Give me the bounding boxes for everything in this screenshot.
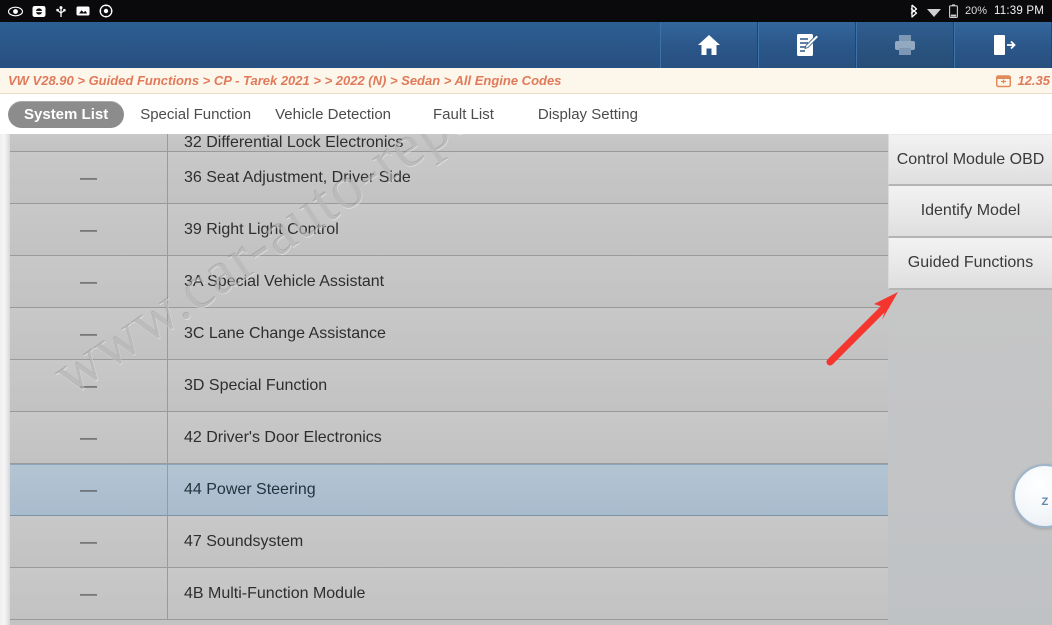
row-status: — [10,359,168,412]
row-status: — [10,307,168,360]
row-status: — [10,203,168,256]
table-row[interactable]: — 3A Special Vehicle Assistant [10,255,893,308]
home-button[interactable] [660,22,758,68]
row-label: 47 Soundsystem [184,532,304,550]
row-label: 3C Lane Change Assistance [184,324,386,342]
tab-vehicle-detection[interactable]: Vehicle Detection [263,101,403,128]
printer-icon [895,35,915,55]
home-icon [698,35,720,55]
row-status: — [10,151,168,204]
table-row[interactable]: — 47 Soundsystem [10,515,893,568]
table-row[interactable]: — 39 Right Light Control [10,203,893,256]
tab-system-list[interactable]: System List [8,100,125,128]
row-label: 36 Seat Adjustment, Driver Side [184,168,411,186]
gauge-label: Z [1041,496,1049,508]
identify-model-button[interactable]: Identify Model [888,186,1052,238]
table-row[interactable]: — 3C Lane Change Assistance [10,307,893,360]
row-status: — [10,411,168,464]
usb-icon [56,5,66,17]
tab-bar: System List Special Function Vehicle Det… [0,94,1052,134]
row-label: 44 Power Steering [184,481,316,498]
row-label: 39 Right Light Control [184,220,339,238]
breadcrumb[interactable]: VW V28.90 > Guided Functions > CP - Tare… [0,73,561,88]
table-row[interactable]: — 3D Special Function [10,359,893,412]
tab-special-function[interactable]: Special Function [128,101,263,128]
battery-percent: 20% [964,5,988,17]
guided-functions-button[interactable]: Guided Functions [888,238,1052,290]
row-status: — [10,464,168,516]
tab-display-setting[interactable]: Display Setting [526,101,650,128]
battery-icon [949,4,958,18]
row-label: 3A Special Vehicle Assistant [184,272,385,290]
toolbar-button-group [660,22,1052,68]
tab-fault-list[interactable]: Fault List [421,101,506,128]
left-scroll-rail[interactable] [0,134,10,625]
row-status: — [10,567,168,620]
row-label: 42 Driver's Door Electronics [184,428,382,446]
bluetooth-icon [910,4,918,18]
wifi-icon [926,8,941,17]
row-label: 32 Differential Lock Electronics [184,134,404,151]
sd-card-icon [76,6,90,16]
row-status: — [10,255,168,308]
app-toolbar [0,22,1052,68]
voltage-value: 12.35 [1017,73,1050,88]
table-row[interactable]: 32 Differential Lock Electronics [10,134,893,152]
print-button[interactable] [856,22,954,68]
content-area: 32 Differential Lock Electronics — 36 Seat… [0,134,1052,625]
battery-voltage-icon [996,74,1012,87]
right-action-panel: Control Module OBD Identify Model Guided… [888,134,1052,625]
table-row[interactable]: — 36 Seat Adjustment, Driver Side [10,151,893,204]
table-row[interactable]: — 42 Driver's Door Electronics [10,411,893,464]
row-status: — [10,515,168,568]
eye-icon [8,6,23,16]
row-label: 4B Multi-Function Module [184,584,366,602]
row-label: 3D Special Function [184,376,328,394]
clock: 11:39 PM [994,5,1044,17]
status-left-icons [8,4,113,18]
android-status-bar: 20% 11:39 PM [0,0,1052,22]
control-module-obd-button[interactable]: Control Module OBD [888,134,1052,186]
row-status [10,134,168,151]
report-button[interactable] [758,22,856,68]
voltage-indicator: 12.35 [996,73,1052,88]
exit-button[interactable] [954,22,1052,68]
settings-icon [99,4,113,18]
table-row[interactable]: — 44 Power Steering [10,464,893,516]
edit-report-icon [797,34,820,56]
table-row[interactable]: — 4B Multi-Function Module [10,567,893,620]
exit-icon [994,35,1016,55]
status-right-icons: 20% 11:39 PM [909,4,1044,18]
breadcrumb-bar: VW V28.90 > Guided Functions > CP - Tare… [0,68,1052,94]
system-module-table: 32 Differential Lock Electronics — 36 Seat… [10,134,893,625]
sync-icon [32,5,46,17]
